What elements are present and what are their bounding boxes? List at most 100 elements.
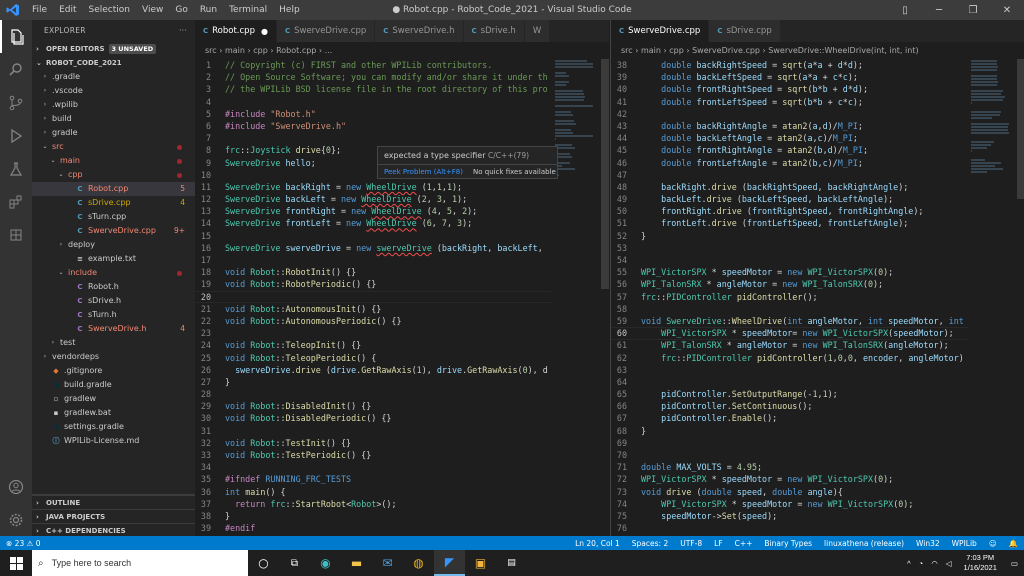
tree-item-sturn-cpp[interactable]: CsTurn.cpp (32, 210, 195, 224)
testing-icon[interactable] (0, 152, 32, 185)
tree-item-gradlew-bat[interactable]: ▪ gradlew.bat (32, 406, 195, 420)
clock[interactable]: 7:03 PM 1/16/2021 (964, 553, 997, 573)
accounts-icon[interactable] (0, 470, 32, 503)
tree-item-settings-gradle[interactable]: ◑ settings.gradle (32, 420, 195, 434)
menu-item-selection[interactable]: Selection (83, 0, 136, 20)
menu-item-run[interactable]: Run (194, 0, 223, 20)
left-code-editor[interactable]: 1 // Copyright (c) FIRST and other WPILib… (195, 59, 551, 536)
network-icon[interactable]: ◔ (919, 559, 924, 568)
tree-item-sdrive-cpp[interactable]: CsDrive.cpp 4 (32, 196, 195, 210)
section-outline[interactable]: › OUTLINE (32, 495, 195, 509)
menu-item-help[interactable]: Help (273, 0, 306, 20)
open-editors-section[interactable]: › OPEN EDITORS 3 UNSAVED (32, 42, 195, 56)
tree-item-src[interactable]: ⌄ src (32, 140, 195, 154)
tab-swervedrive-cpp[interactable]: C SwerveDrive.cpp (611, 20, 710, 42)
status-c[interactable]: C++ (729, 539, 759, 548)
mail-icon[interactable]: ✉ (372, 550, 403, 576)
app-icon[interactable]: ▤ (496, 550, 527, 576)
feedback-icon[interactable]: ☺ (983, 539, 1003, 548)
tray-chevron-icon[interactable]: ^ (907, 559, 911, 568)
source-control-icon[interactable] (0, 86, 32, 119)
tree-item-vendordeps[interactable]: › vendordeps (32, 350, 195, 364)
explorer-icon[interactable] (0, 20, 32, 53)
tree-item-test[interactable]: › test (32, 336, 195, 350)
tree-item-robot-cpp[interactable]: C Robot.cpp 5 (32, 182, 195, 196)
restore-button[interactable]: ❐ (956, 0, 990, 20)
project-section[interactable]: ⌄ ROBOT_CODE_2021 (32, 56, 195, 70)
chrome-icon[interactable]: ◍ (403, 550, 434, 576)
close-button[interactable]: ✕ (990, 0, 1024, 20)
tree-item-sturn-h[interactable]: CsTurn.h (32, 308, 195, 322)
tab-swervedrive-h[interactable]: C SwerveDrive.h (375, 20, 464, 42)
menu-item-edit[interactable]: Edit (53, 0, 82, 20)
minimize-button[interactable]: ─ (922, 0, 956, 20)
tree-item-cpp[interactable]: ⌄ cpp (32, 168, 195, 182)
menu-item-view[interactable]: View (136, 0, 169, 20)
split-layout-icon[interactable]: ▯ (888, 0, 922, 20)
edge-icon[interactable]: ◉ (310, 550, 341, 576)
tree-item-include[interactable]: ⌄ include (32, 266, 195, 280)
wpilib-icon[interactable] (0, 218, 32, 251)
file-explorer-icon[interactable]: ▬ (341, 550, 372, 576)
tree-item-vscode[interactable]: › .vscode (32, 84, 195, 98)
tree-item-build-gradle[interactable]: ◑ build.gradle (32, 378, 195, 392)
tree-item-gradlew[interactable]: ▫ gradlew (32, 392, 195, 406)
tree-item-build[interactable]: › build (32, 112, 195, 126)
tab-sdrive-h[interactable]: CsDrive.h (463, 20, 525, 42)
tree-item-gitignore[interactable]: ◆ .gitignore (32, 364, 195, 378)
left-breadcrumb[interactable]: src › main › cpp › Robot.cpp › ... (195, 42, 609, 59)
status-win32[interactable]: Win32 (910, 539, 946, 548)
tree-item-swervedrive-h[interactable]: C SwerveDrive.h 4 (32, 322, 195, 336)
notifications-bell-icon[interactable]: 🔔 (1003, 539, 1024, 548)
unsaved-dot-icon[interactable]: ● (261, 27, 268, 36)
run-debug-icon[interactable] (0, 119, 32, 152)
problems-status[interactable]: ⊗ 23 ⚠ 0 (0, 539, 46, 548)
cortana-icon[interactable]: ○ (248, 550, 279, 576)
more-actions-icon[interactable]: ··· (179, 20, 187, 42)
status-spaces-2[interactable]: Spaces: 2 (626, 539, 674, 548)
tab-w[interactable]: W (524, 20, 551, 42)
left-scrollbar[interactable] (601, 59, 609, 289)
tree-item-gradle[interactable]: › .gradle (32, 70, 195, 84)
taskbar-search[interactable]: ⌕ Type here to search (32, 550, 248, 576)
status-binary-types[interactable]: Binary Types (758, 539, 818, 548)
volume-icon[interactable]: ◁ (946, 559, 952, 568)
right-breadcrumb[interactable]: src › main › cpp › SwerveDrive.cpp › Swe… (611, 42, 1024, 59)
menu-item-terminal[interactable]: Terminal (223, 0, 273, 20)
tree-item-robot-h[interactable]: C Robot.h (32, 280, 195, 294)
tree-item-wpilib-license-md[interactable]: ⓘ WPILib-License.md (32, 434, 195, 448)
settings-gear-icon[interactable] (0, 503, 32, 536)
status-ln-20-col-1[interactable]: Ln 20, Col 1 (569, 539, 626, 548)
tab-robot-cpp[interactable]: C Robot.cpp ● (195, 20, 277, 42)
right-minimap[interactable] (971, 59, 1017, 219)
left-minimap[interactable] (555, 59, 601, 176)
search-icon[interactable] (0, 53, 32, 86)
section-c-dependencies[interactable]: › C++ DEPENDENCIES (32, 523, 195, 537)
tree-item-deploy[interactable]: › deploy (32, 238, 195, 252)
windows-start-icon[interactable] (0, 550, 32, 576)
extensions-icon[interactable] (0, 185, 32, 218)
tree-item-swervedrive-cpp[interactable]: C SwerveDrive.cpp 9+ (32, 224, 195, 238)
status-lf[interactable]: LF (708, 539, 729, 548)
tree-item-main[interactable]: ⌄ main (32, 154, 195, 168)
tab-sdrive-cpp[interactable]: CsDrive.cpp (709, 20, 781, 42)
status-wpilib[interactable]: WPILib (946, 539, 983, 548)
frc-driver-station-icon[interactable]: ▣ (465, 550, 496, 576)
vscode-taskbar-icon[interactable]: ◤ (434, 550, 465, 576)
peek-problem-link[interactable]: Peek Problem (Alt+F8) (384, 168, 463, 176)
wifi-icon[interactable]: ◠ (931, 559, 938, 568)
tree-item-sdrive-h[interactable]: CsDrive.h (32, 294, 195, 308)
status-utf-8[interactable]: UTF-8 (674, 539, 708, 548)
status-linuxathena-release[interactable]: linuxathena (release) (818, 539, 910, 548)
tree-item-wpilib[interactable]: › .wpilib (32, 98, 195, 112)
section-java-projects[interactable]: › JAVA PROJECTS (32, 509, 195, 523)
tab-swervedrive-cpp[interactable]: C SwerveDrive.cpp (276, 20, 376, 42)
task-view-icon[interactable]: ⧉ (279, 550, 310, 576)
right-code-editor[interactable]: 38 double backRightSpeed = sqrt(a*a + d*… (611, 59, 969, 536)
tree-item-example-txt[interactable]: ≡ example.txt (32, 252, 195, 266)
menu-item-file[interactable]: File (26, 0, 53, 20)
notifications-icon[interactable]: ▭ (1011, 559, 1018, 568)
menu-item-go[interactable]: Go (169, 0, 193, 20)
right-scrollbar[interactable] (1017, 59, 1024, 199)
tree-item-gradle[interactable]: › gradle (32, 126, 195, 140)
